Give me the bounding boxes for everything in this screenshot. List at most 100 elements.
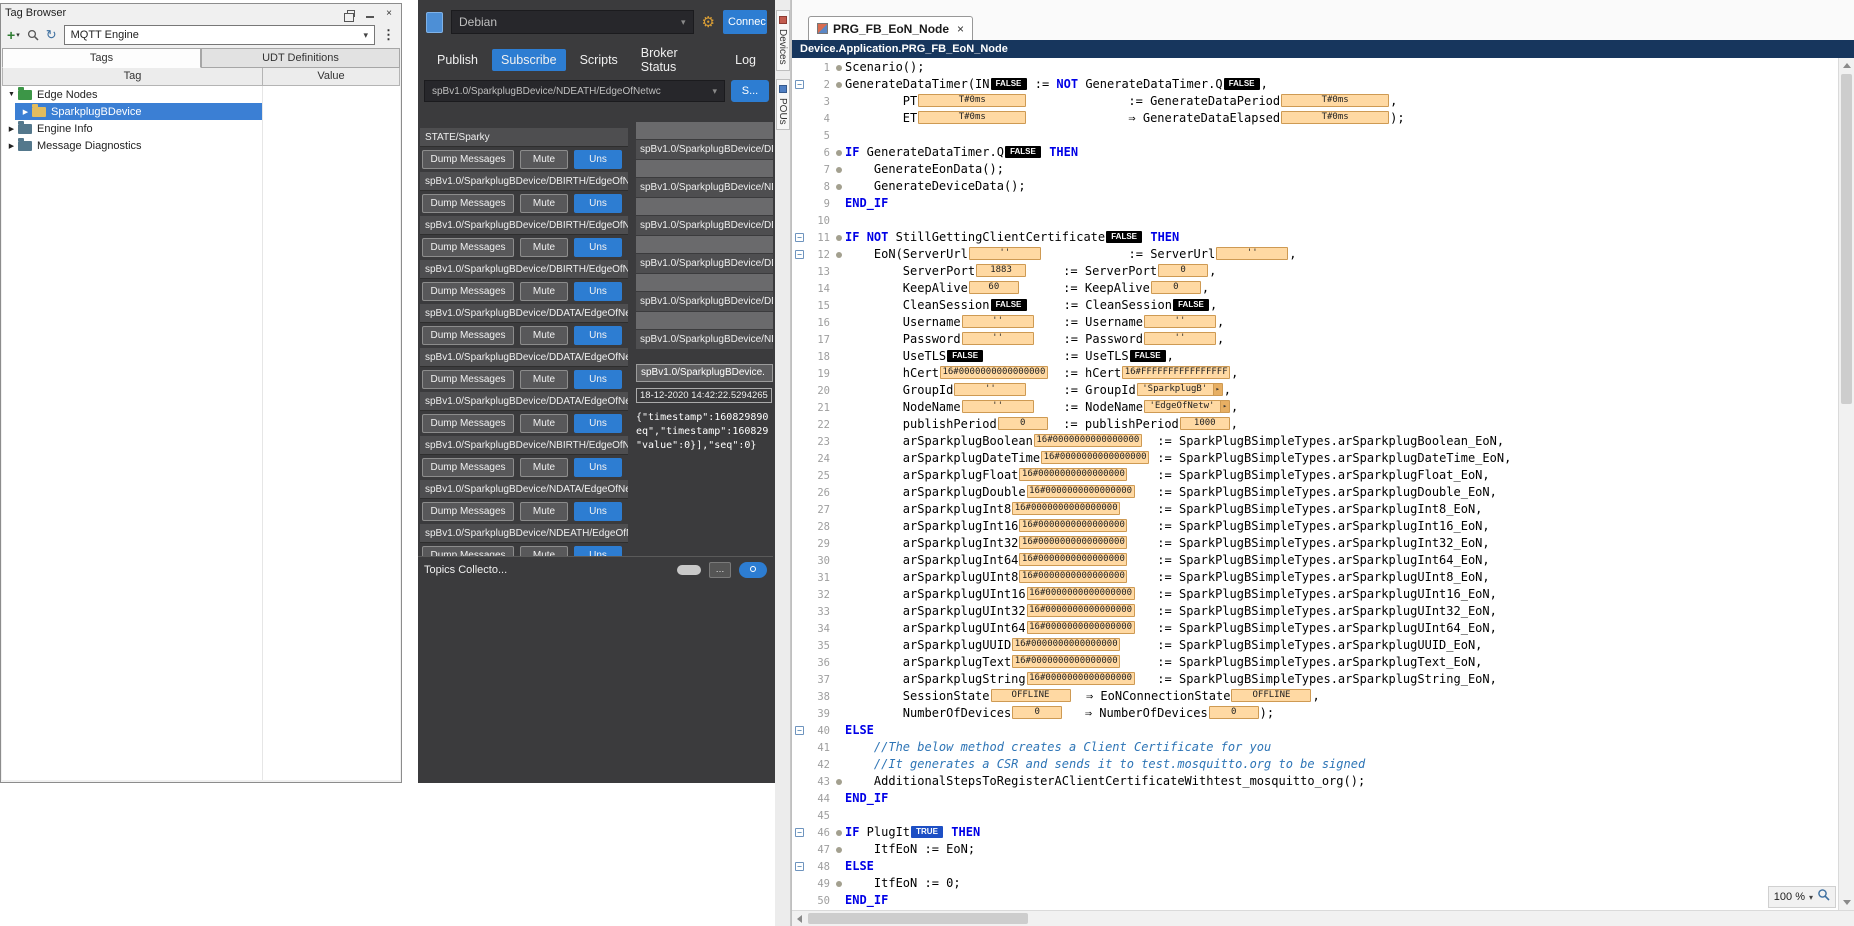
tree-item-sparkplugbdevice[interactable]: ▶SparkplugBDevice [2, 103, 400, 120]
dump-messages-button[interactable]: Dump Messages [422, 282, 514, 301]
unsubscribe-button[interactable]: Uns [574, 458, 622, 477]
fold-toggle-icon[interactable]: − [795, 80, 804, 89]
mute-button[interactable]: Mute [520, 238, 568, 257]
monitor-value[interactable]: '' [1216, 247, 1288, 260]
tree-item-message-diagnostics[interactable]: ▶Message Diagnostics [2, 137, 400, 154]
dump-messages-button[interactable]: Dump Messages [422, 326, 514, 345]
unsubscribe-button[interactable]: Uns [574, 370, 622, 389]
monitor-value[interactable]: 16#0000000000000000 [1019, 536, 1127, 549]
scroll-up-icon[interactable] [1839, 58, 1854, 73]
monitor-bool-false[interactable]: FALSE [947, 350, 983, 362]
monitor-bool-false[interactable]: FALSE [1130, 350, 1166, 362]
expand-arrow-icon[interactable]: ▸ [1220, 401, 1229, 412]
unsubscribe-button[interactable]: Uns [574, 414, 622, 433]
topic-row[interactable]: spBv1.0/SparkplugBDevice/DDAT [636, 216, 773, 235]
topic-row[interactable]: spBv1.0/SparkplugBDevice/DBIRTH/EdgeOfNe… [420, 216, 628, 235]
fold-toggle-icon[interactable]: − [795, 250, 804, 259]
monitor-value[interactable]: 16#0000000000000000 [1012, 655, 1120, 668]
gear-icon[interactable]: ⚙ [702, 13, 715, 31]
expander-closed-icon[interactable]: ▶ [6, 125, 17, 133]
topic-row[interactable]: spBv1.0/SparkplugBDevice/DBIRTH/EdgeOfNe… [420, 172, 628, 191]
monitor-enum-value[interactable]: 'SparkplugB'▸ [1137, 383, 1223, 396]
monitor-value[interactable]: OFFLINE [991, 689, 1071, 702]
fold-toggle-icon[interactable]: − [795, 828, 804, 837]
minimize-icon[interactable] [362, 6, 378, 20]
topic-row[interactable]: spBv1.0/SparkplugBDevice/DBIRTH/EdgeOfNe… [420, 260, 628, 279]
fold-toggle-icon[interactable]: − [795, 726, 804, 735]
tab-log[interactable]: Log [726, 49, 765, 71]
topic-row[interactable]: spBv1.0/SparkplugBDevice/DDAT [636, 254, 773, 273]
topic-row[interactable]: spBv1.0/SparkplugBDevice/DDATA/EdgeOfNet… [420, 304, 628, 323]
dump-messages-button[interactable]: Dump Messages [422, 194, 514, 213]
monitor-value[interactable]: 0 [1158, 264, 1208, 277]
topic-row[interactable]: spBv1.0/SparkplugBDevice/NDEATH/EdgeOfNe… [420, 524, 628, 543]
topic-row[interactable]: spBv1.0/SparkplugBDevice/DDATA/EdgeOfNet… [420, 392, 628, 411]
mute-button[interactable]: Mute [520, 282, 568, 301]
unsubscribe-button[interactable]: Uns [574, 502, 622, 521]
topic-row[interactable]: spBv1.0/SparkplugBDevice/NBIRTH/EdgeOfNe… [420, 436, 628, 455]
editor-tab[interactable]: PRG_FB_EoN_Node × [808, 16, 973, 40]
scrollbar-thumb[interactable] [1841, 74, 1852, 404]
monitor-value[interactable]: T#0ms [1281, 94, 1389, 107]
dump-messages-button[interactable]: Dump Messages [422, 546, 514, 556]
monitor-bool-false[interactable]: FALSE [991, 78, 1027, 90]
close-icon[interactable]: × [381, 6, 397, 20]
dump-messages-button[interactable]: Dump Messages [422, 414, 514, 433]
expander-closed-icon[interactable]: ▶ [6, 142, 17, 150]
mute-button[interactable]: Mute [520, 546, 568, 556]
monitor-value[interactable]: T#0ms [1281, 111, 1389, 124]
refresh-icon[interactable]: ↻ [46, 27, 57, 43]
mute-button[interactable]: Mute [520, 194, 568, 213]
monitor-value[interactable]: '' [1144, 315, 1216, 328]
expand-arrow-icon[interactable]: ▸ [1213, 384, 1222, 395]
monitor-value[interactable]: 16#0000000000000000 [1027, 672, 1135, 685]
dump-messages-button[interactable]: Dump Messages [422, 370, 514, 389]
dump-messages-button[interactable]: Dump Messages [422, 238, 514, 257]
unsubscribe-button[interactable]: Uns [574, 282, 622, 301]
tag-browser-titlebar[interactable]: Tag Browser × [1, 4, 401, 22]
monitor-value[interactable]: '' [1144, 332, 1216, 345]
topic-row[interactable]: spBv1.0/SparkplugBDevice/NDAT [636, 178, 773, 197]
tab-scripts[interactable]: Scripts [571, 49, 627, 71]
subscribe-button[interactable]: S... [731, 80, 769, 102]
monitor-value[interactable]: 16#0000000000000000 [1027, 587, 1135, 600]
zoom-control[interactable]: 100 % ▾ [1768, 886, 1836, 908]
h-scrollbar-thumb[interactable] [808, 913, 1028, 924]
monitor-value[interactable]: 16#0000000000000000 [940, 366, 1048, 379]
scroll-left-icon[interactable] [792, 911, 807, 926]
monitor-value[interactable]: 16#0000000000000000 [1027, 604, 1135, 617]
monitor-value[interactable]: '' [962, 315, 1034, 328]
message-timestamp[interactable]: 18-12-2020 14:42:22.5294265 [636, 388, 772, 403]
unsubscribe-button[interactable]: Uns [574, 546, 622, 556]
monitor-value[interactable]: 16#0000000000000000 [1041, 451, 1149, 464]
code-editor[interactable]: 1Scenario();−2GenerateDataTimer(INFALSE … [792, 59, 1838, 910]
topic-row[interactable]: spBv1.0/SparkplugBDevice/DDATA/EdgeOfNet… [420, 348, 628, 367]
topic-row[interactable]: spBv1.0/SparkplugBDevice/NDEA [636, 330, 773, 349]
tab-publish[interactable]: Publish [428, 49, 487, 71]
monitor-value[interactable]: 16#0000000000000000 [1019, 468, 1127, 481]
dump-messages-button[interactable]: Dump Messages [422, 502, 514, 521]
dump-messages-button[interactable]: Dump Messages [422, 150, 514, 169]
vertical-scrollbar[interactable] [1838, 58, 1854, 910]
subscribe-topic-select[interactable]: spBv1.0/SparkplugBDevice/NDEATH/EdgeOfNe… [424, 80, 725, 102]
monitor-value[interactable]: 1000 [1180, 417, 1230, 430]
monitor-value[interactable]: 16#0000000000000000 [1019, 553, 1127, 566]
monitor-value[interactable]: 16#0000000000000000 [1012, 638, 1120, 651]
horizontal-scrollbar[interactable] [792, 910, 1854, 926]
monitor-value[interactable]: '' [954, 383, 1026, 396]
mute-button[interactable]: Mute [520, 414, 568, 433]
monitor-value[interactable]: 0 [998, 417, 1048, 430]
monitor-bool-false[interactable]: FALSE [1005, 146, 1041, 158]
dump-messages-button[interactable]: Dump Messages [422, 458, 514, 477]
monitor-bool-false[interactable]: FALSE [1106, 231, 1142, 243]
unsubscribe-button[interactable]: Uns [574, 326, 622, 345]
search-icon[interactable] [27, 29, 39, 41]
toggle-pill[interactable] [677, 565, 701, 575]
connection-profile-select[interactable]: Debian ▾ [451, 10, 694, 34]
message-topic-header[interactable]: spBv1.0/SparkplugBDevice. [636, 364, 773, 382]
monitor-value[interactable]: 60 [969, 281, 1019, 294]
fold-toggle-icon[interactable]: − [795, 862, 804, 871]
monitor-value[interactable]: 16#0000000000000000 [1027, 485, 1135, 498]
mute-button[interactable]: Mute [520, 150, 568, 169]
tree-item-engine-info[interactable]: ▶Engine Info [2, 120, 400, 137]
